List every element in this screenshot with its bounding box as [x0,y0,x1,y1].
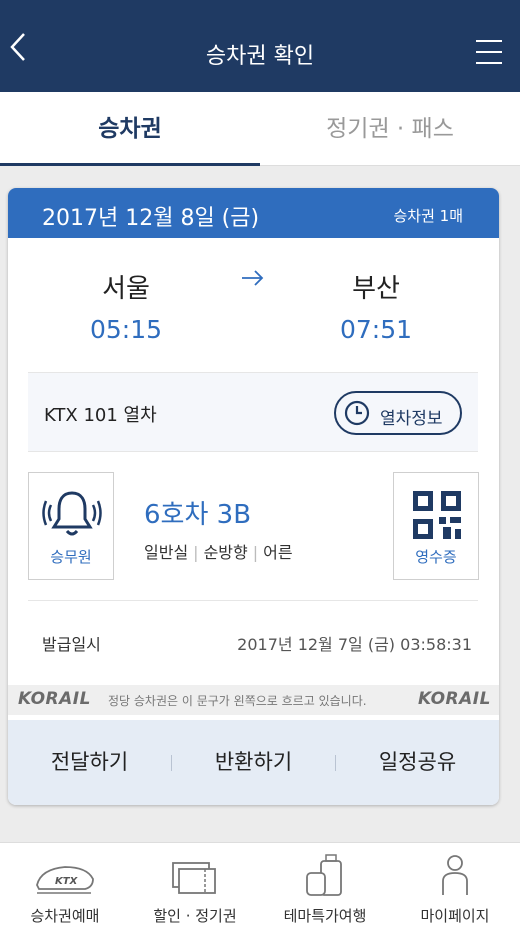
nav-my-page[interactable]: 마이페이지 [390,843,520,928]
nav-my-page-label: 마이페이지 [420,907,490,925]
ticket-actions: 전달하기 반환하기 일정공유 [8,720,499,805]
crew-call-button[interactable]: 승무원 [28,472,114,580]
seat-detail: 일반실 | 순방향 | 어른 [144,543,293,562]
departure-station: 서울 [102,274,150,304]
train-info-label: 열차정보 [380,409,443,429]
nav-ticket-booking[interactable]: KTX 승차권예매 [0,843,130,928]
issue-row: 발급일시 2017년 12월 7일 (금) 03:58:31 [28,600,478,670]
luggage-icon [306,854,342,896]
nav-ticket-booking-label: 승차권예매 [30,907,100,925]
ticket-tabs: 승차권 정기권 · 패스 [0,92,520,166]
passenger-type: 어른 [263,543,293,562]
svg-text:KTX: KTX [55,876,79,887]
arrival: 부산 07:51 [296,268,456,344]
ktx-train-icon: KTX [36,866,94,894]
korail-logo: KORAIL [18,689,91,709]
issue-datetime: 2017년 12월 7일 (금) 03:58:31 [237,635,472,654]
nav-discount-pass-label: 할인 · 정기권 [153,907,237,925]
receipt-label: 영수증 [415,548,457,566]
bell-icon [42,491,102,536]
train-name: KTX 101 열차 [44,405,157,426]
crew-label: 승무원 [50,548,92,566]
qr-code-icon [413,491,461,539]
korail-logo-right: KORAIL [418,689,491,709]
page-title: 승차권 확인 [205,44,315,69]
clock-icon [344,400,370,426]
departure: 서울 05:15 [46,268,206,344]
ticket-count: 승차권 1매 [393,207,463,225]
nav-theme-travel-label: 테마특가여행 [283,907,367,925]
bottom-nav: KTX 승차권예매 할인 · 정기권 테마특가여행 마이페이지 [0,842,520,928]
arrival-time: 07:51 [339,315,413,344]
tickets-icon [172,862,216,894]
seat-direction: 순방향 [203,543,248,562]
tab-ticket[interactable]: 승차권 [0,92,260,166]
departure-time: 05:15 [89,315,163,344]
arrival-station: 부산 [352,274,400,304]
ticket-card-header: 2017년 12월 8일 (금) 승차권 1매 [8,188,499,238]
seat-class: 일반실 [144,543,189,562]
tab-season-pass[interactable]: 정기권 · 패스 [260,92,520,166]
person-icon [442,855,468,895]
train-info-button[interactable]: 열차정보 [334,391,462,435]
validity-notice: 정당 승차권은 이 문구가 왼쪽으로 흐르고 있습니다. [108,694,367,708]
transfer-button[interactable]: 전달하기 [8,720,171,805]
ticket-card: 2017년 12월 8일 (금) 승차권 1매 서울 05:15 부산 07:5… [8,188,499,805]
travel-date: 2017년 12월 8일 (금) [42,206,260,231]
hamburger-menu-icon[interactable] [476,40,502,66]
nav-theme-travel[interactable]: 테마특가여행 [260,843,390,928]
seat-number: 6호차 3B [144,500,252,530]
validity-strip: KORAIL 정당 승차권은 이 문구가 왼쪽으로 흐르고 있습니다. KORA… [8,685,499,715]
nav-discount-pass[interactable]: 할인 · 정기권 [130,843,260,928]
share-schedule-button[interactable]: 일정공유 [336,720,499,805]
app-header: 승차권 확인 [0,0,520,92]
route-arrow-icon [242,270,264,286]
refund-button[interactable]: 반환하기 [172,720,335,805]
train-row: KTX 101 열차 열차정보 [28,372,478,452]
issue-label: 발급일시 [42,635,101,654]
receipt-button[interactable]: 영수증 [393,472,479,580]
